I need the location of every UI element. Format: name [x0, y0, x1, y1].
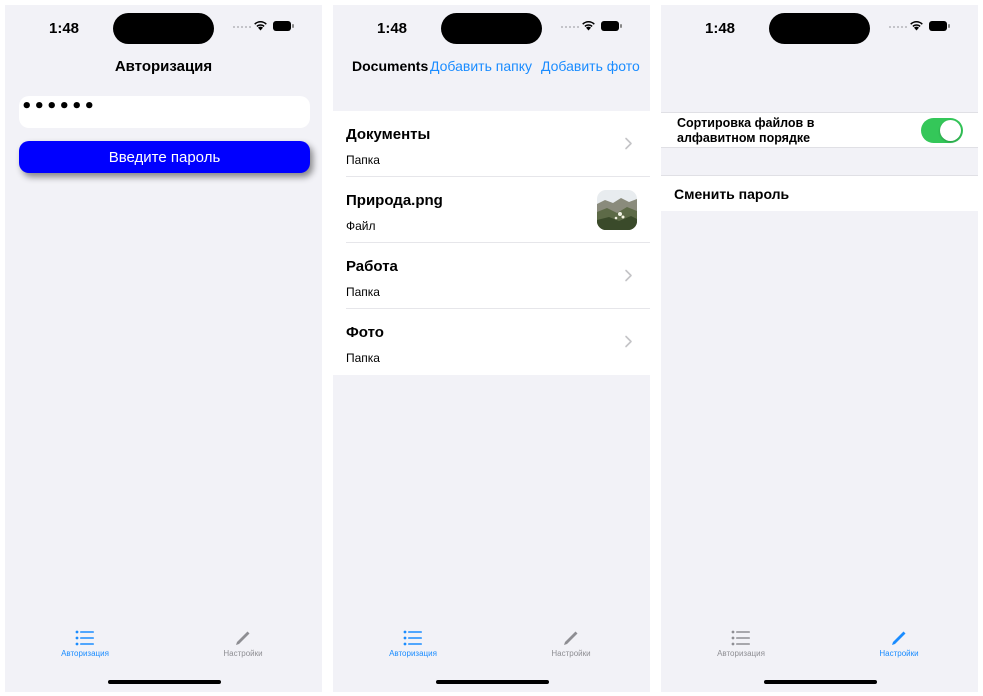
list-item[interactable]: Работа Папка [333, 243, 650, 309]
wifi-icon [254, 21, 267, 31]
item-kind: Файл [346, 219, 376, 233]
pencil-icon [892, 631, 906, 645]
pencil-icon [564, 631, 578, 645]
item-kind: Папка [346, 153, 380, 167]
tab-authorization[interactable]: Авторизация [691, 630, 791, 658]
item-name: Природа.png [346, 192, 443, 209]
sort-setting-row: Сортировка файлов в алфавитном порядке [661, 112, 978, 148]
documents-screen: 1:48 Documents Добавить папку Добавить ф… [333, 5, 650, 692]
password-input[interactable]: •••••• [19, 96, 310, 128]
change-password-label: Сменить пароль [674, 186, 790, 202]
tab-label: Авторизация [717, 649, 765, 658]
item-kind: Папка [346, 351, 380, 365]
status-bar: 1:48 [661, 5, 978, 53]
chevron-right-icon [625, 137, 632, 150]
tab-settings[interactable]: Настройки [193, 630, 293, 658]
home-indicator[interactable] [108, 680, 221, 684]
chevron-right-icon [625, 335, 632, 348]
file-list: Документы Папка Природа.png Файл Работа … [333, 111, 650, 375]
list-item[interactable]: Фото Папка [333, 309, 650, 375]
cellular-signal-icon [889, 26, 907, 30]
tab-label: Авторизация [389, 649, 437, 658]
tab-settings[interactable]: Настройки [849, 630, 949, 658]
chevron-right-icon [625, 269, 632, 282]
toggle-knob [940, 120, 961, 141]
tab-bar: Авторизация Настройки [661, 626, 978, 692]
dynamic-island [441, 13, 542, 44]
list-item[interactable]: Документы Папка [333, 111, 650, 177]
navigation-bar: Documents Добавить папку Добавить фото [333, 58, 650, 80]
item-name: Фото [346, 324, 384, 341]
item-name: Документы [346, 126, 431, 143]
home-indicator[interactable] [436, 680, 549, 684]
list-icon [403, 630, 422, 646]
list-icon [75, 630, 94, 646]
add-folder-button[interactable]: Добавить папку [430, 58, 532, 74]
tab-label: Настройки [879, 649, 919, 658]
battery-icon [601, 21, 622, 31]
tab-bar: Авторизация Настройки [5, 626, 322, 692]
page-title: Documents [352, 58, 429, 74]
status-time: 1:48 [49, 20, 80, 37]
tab-label: Настройки [223, 649, 263, 658]
status-time: 1:48 [377, 20, 408, 37]
tab-settings[interactable]: Настройки [521, 630, 621, 658]
battery-icon [273, 21, 294, 31]
list-icon [731, 630, 750, 646]
tab-bar: Авторизация Настройки [333, 626, 650, 692]
sort-toggle[interactable] [921, 118, 963, 143]
photo-thumbnail [597, 190, 637, 230]
settings-screen: 1:48 Сортировка файлов в алфавитном поря… [661, 5, 978, 692]
status-bar: 1:48 [5, 5, 322, 53]
tab-label: Настройки [551, 649, 591, 658]
cellular-signal-icon [233, 26, 251, 30]
tab-authorization[interactable]: Авторизация [363, 630, 463, 658]
tab-label: Авторизация [61, 649, 109, 658]
pencil-icon [236, 631, 250, 645]
dynamic-island [769, 13, 870, 44]
battery-icon [929, 21, 950, 31]
enter-password-button[interactable]: Введите пароль [19, 141, 310, 173]
item-name: Работа [346, 258, 398, 275]
page-title: Авторизация [114, 58, 213, 75]
status-time: 1:48 [705, 20, 736, 37]
status-bar: 1:48 [333, 5, 650, 53]
dynamic-island [113, 13, 214, 44]
item-kind: Папка [346, 285, 380, 299]
change-password-row[interactable]: Сменить пароль [661, 175, 978, 211]
wifi-icon [910, 21, 923, 31]
cellular-signal-icon [561, 26, 579, 30]
home-indicator[interactable] [764, 680, 877, 684]
wifi-icon [582, 21, 595, 31]
add-photo-button[interactable]: Добавить фото [541, 58, 640, 74]
list-item[interactable]: Природа.png Файл [333, 177, 650, 243]
tab-authorization[interactable]: Авторизация [35, 630, 135, 658]
sort-label: Сортировка файлов в алфавитном порядке [677, 116, 815, 145]
auth-screen: 1:48 Авторизация •••••• Введите пароль А… [5, 5, 322, 692]
